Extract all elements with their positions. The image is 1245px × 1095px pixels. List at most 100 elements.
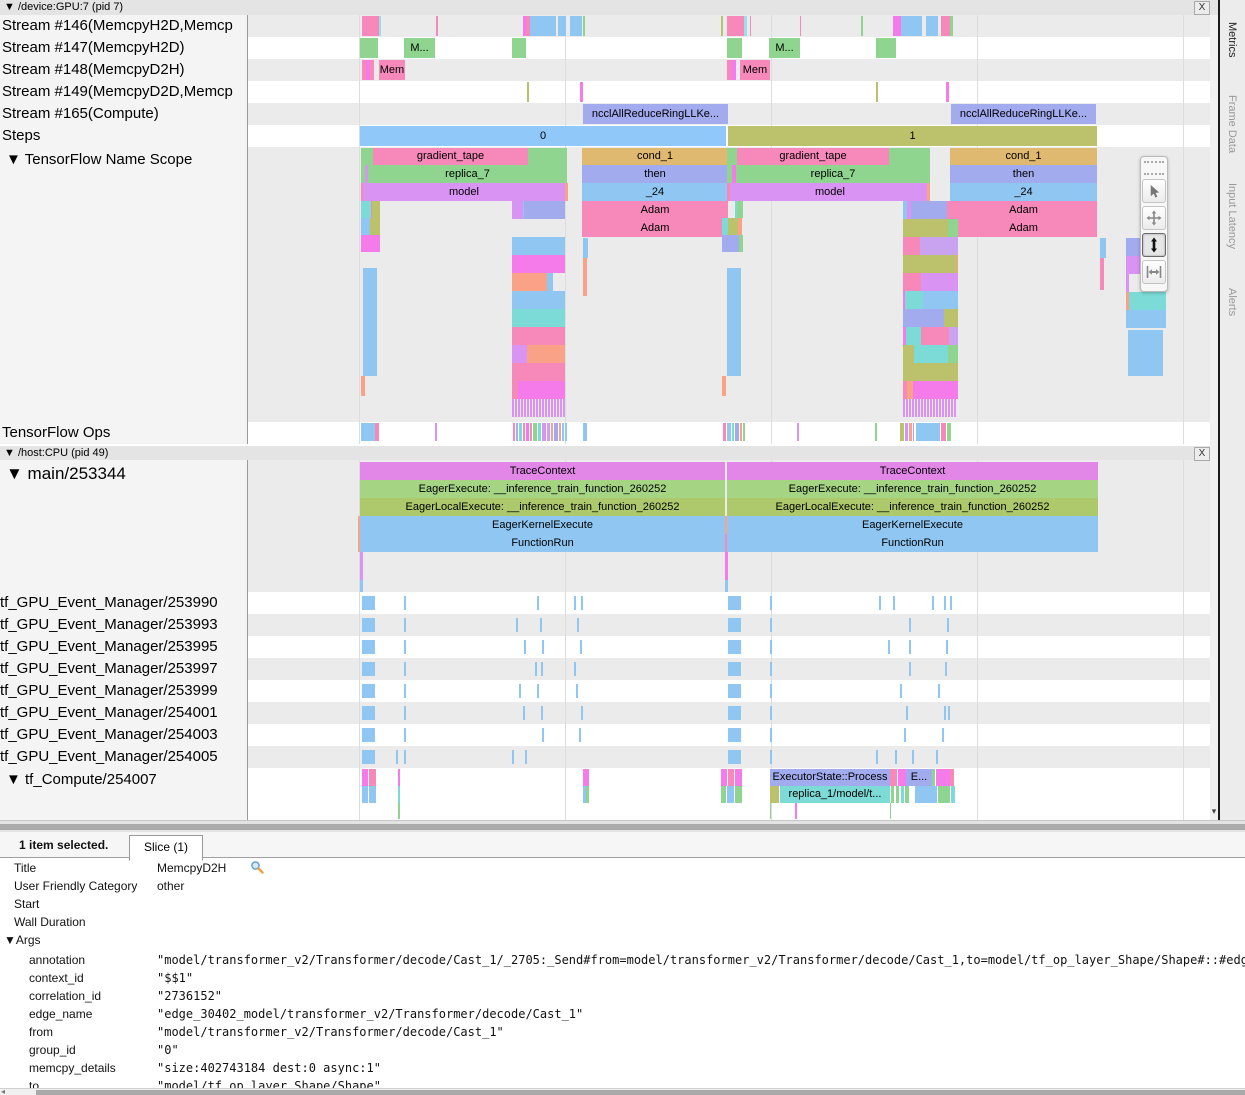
trace-event-tick[interactable] xyxy=(879,596,881,610)
gpu-section-close-button[interactable]: X xyxy=(1194,1,1210,15)
trace-event-bar[interactable] xyxy=(743,423,745,441)
trace-event-bar[interactable] xyxy=(921,273,958,291)
toolbar-drag-handle[interactable] xyxy=(1144,161,1164,175)
trace-event-tick[interactable] xyxy=(404,706,406,720)
trace-event-tick[interactable] xyxy=(888,640,890,654)
trace-event-bar[interactable] xyxy=(738,218,742,235)
trace-event-tick[interactable] xyxy=(932,596,934,610)
trace-event-bar[interactable] xyxy=(927,399,929,417)
trace-event-tick[interactable] xyxy=(574,662,576,676)
trace-event-bar[interactable]: M... xyxy=(769,38,800,58)
trace-event-bar[interactable] xyxy=(557,399,559,417)
trace-event-bar[interactable] xyxy=(519,423,522,441)
trace-event-bar[interactable] xyxy=(586,786,589,803)
trace-event-bar[interactable] xyxy=(920,237,958,255)
trace-event-bar[interactable] xyxy=(903,399,905,417)
trace-event-bar[interactable] xyxy=(947,423,951,441)
trace-event-tick[interactable] xyxy=(945,662,947,676)
trace-event-bar[interactable] xyxy=(890,803,891,819)
trace-event-bar[interactable] xyxy=(360,580,363,592)
trace-event-tick[interactable] xyxy=(525,750,527,764)
trace-event-bar[interactable] xyxy=(750,16,751,36)
trace-event-bar[interactable]: Adam xyxy=(582,219,728,237)
scrollbar-thumb[interactable] xyxy=(0,824,1245,830)
trace-event-bar[interactable] xyxy=(898,769,906,786)
trace-event-bar[interactable] xyxy=(727,148,737,165)
trace-event-bar[interactable] xyxy=(727,786,734,803)
trace-event-bar[interactable] xyxy=(521,399,523,417)
trace-event-bar[interactable] xyxy=(362,16,379,36)
trace-event-bar[interactable] xyxy=(398,803,400,819)
trace-event-bar[interactable] xyxy=(890,769,897,786)
trace-event-bar[interactable] xyxy=(957,255,958,273)
trace-event-tick[interactable] xyxy=(909,662,911,676)
trace-event-bar[interactable] xyxy=(735,786,742,803)
trace-event-bar[interactable]: gradient_tape xyxy=(737,148,889,165)
trace-event-tick[interactable] xyxy=(516,618,518,632)
trace-event-bar[interactable] xyxy=(735,423,739,441)
trace-event-bar[interactable]: TraceContext xyxy=(360,462,725,480)
trace-event-bar[interactable]: M... xyxy=(404,38,435,58)
trace-event-bar[interactable]: Adam xyxy=(950,201,1097,219)
trace-event-bar[interactable] xyxy=(903,309,944,327)
trace-event-tick[interactable] xyxy=(524,640,526,654)
trace-event-bar[interactable] xyxy=(362,786,368,803)
trace-event-bar[interactable] xyxy=(375,423,379,441)
trace-event-bar[interactable] xyxy=(728,662,741,676)
trace-event-tick[interactable] xyxy=(944,596,946,610)
trace-event-bar[interactable] xyxy=(737,201,743,218)
trace-event-tick[interactable] xyxy=(912,750,914,764)
trace-event-bar[interactable] xyxy=(539,399,541,417)
trace-event-bar[interactable] xyxy=(1126,310,1166,328)
trace-event-bar[interactable] xyxy=(875,423,877,441)
trace-event-bar[interactable] xyxy=(936,399,938,417)
trace-event-bar[interactable] xyxy=(728,596,741,610)
trace-event-bar[interactable] xyxy=(740,423,742,441)
trace-event-tick[interactable] xyxy=(936,750,938,764)
trace-event-bar[interactable] xyxy=(913,423,914,441)
trace-event-tick[interactable] xyxy=(523,706,525,720)
trace-event-bar[interactable] xyxy=(937,345,948,363)
timeline-horizontal-scrollbar[interactable] xyxy=(0,820,1245,832)
trace-event-bar[interactable]: cond_1 xyxy=(582,148,728,165)
cpu-track-label[interactable]: tf_GPU_Event_Manager/253993 xyxy=(0,616,248,633)
trace-event-tick[interactable] xyxy=(770,728,772,742)
trace-event-bar[interactable] xyxy=(947,201,958,219)
cpu-track-label[interactable]: ▼ main/253344 xyxy=(6,464,248,484)
trace-event-bar[interactable] xyxy=(944,309,958,327)
trace-event-bar[interactable] xyxy=(369,769,376,786)
trace-event-bar[interactable]: replica_1/model/t... xyxy=(780,786,890,803)
cpu-track-label[interactable]: tf_GPU_Event_Manager/253995 xyxy=(0,638,248,655)
trace-event-bar[interactable] xyxy=(398,786,400,803)
trace-event-bar[interactable] xyxy=(942,399,944,417)
trace-event-bar[interactable] xyxy=(512,201,523,219)
trace-event-bar[interactable] xyxy=(436,16,438,36)
sidebar-tab-input-latency[interactable]: Input Latency xyxy=(1226,183,1238,249)
trace-event-bar[interactable]: ExecutorState::Process xyxy=(770,769,890,786)
trace-event-tick[interactable] xyxy=(770,618,772,632)
trace-event-tick[interactable] xyxy=(770,596,772,610)
trace-event-bar[interactable] xyxy=(362,750,375,764)
vertical-zoom-tool-button[interactable] xyxy=(1142,233,1166,257)
trace-event-tick[interactable] xyxy=(404,618,406,632)
trace-event-bar[interactable] xyxy=(921,327,949,345)
trace-event-bar[interactable] xyxy=(735,769,742,786)
trace-event-bar[interactable] xyxy=(744,16,747,36)
trace-event-tick[interactable] xyxy=(540,618,542,632)
trace-event-bar[interactable]: _24 xyxy=(950,183,1097,201)
trace-event-bar[interactable] xyxy=(369,786,376,803)
trace-event-bar[interactable] xyxy=(913,381,958,399)
trace-event-bar[interactable] xyxy=(732,423,734,441)
trace-event-bar[interactable] xyxy=(372,201,380,218)
gpu-track-label[interactable]: Stream #147(MemcpyH2D) xyxy=(2,39,248,56)
trace-event-bar[interactable] xyxy=(1128,330,1163,376)
trace-event-bar[interactable] xyxy=(563,399,565,417)
trace-event-bar[interactable] xyxy=(530,423,532,441)
trace-event-bar[interactable] xyxy=(551,399,553,417)
trace-event-bar[interactable] xyxy=(512,237,565,255)
trace-event-bar[interactable] xyxy=(948,399,950,417)
trace-event-bar[interactable] xyxy=(362,769,368,786)
trace-event-bar[interactable] xyxy=(360,552,363,580)
trace-event-bar[interactable] xyxy=(876,82,878,102)
trace-event-bar[interactable] xyxy=(945,399,947,417)
